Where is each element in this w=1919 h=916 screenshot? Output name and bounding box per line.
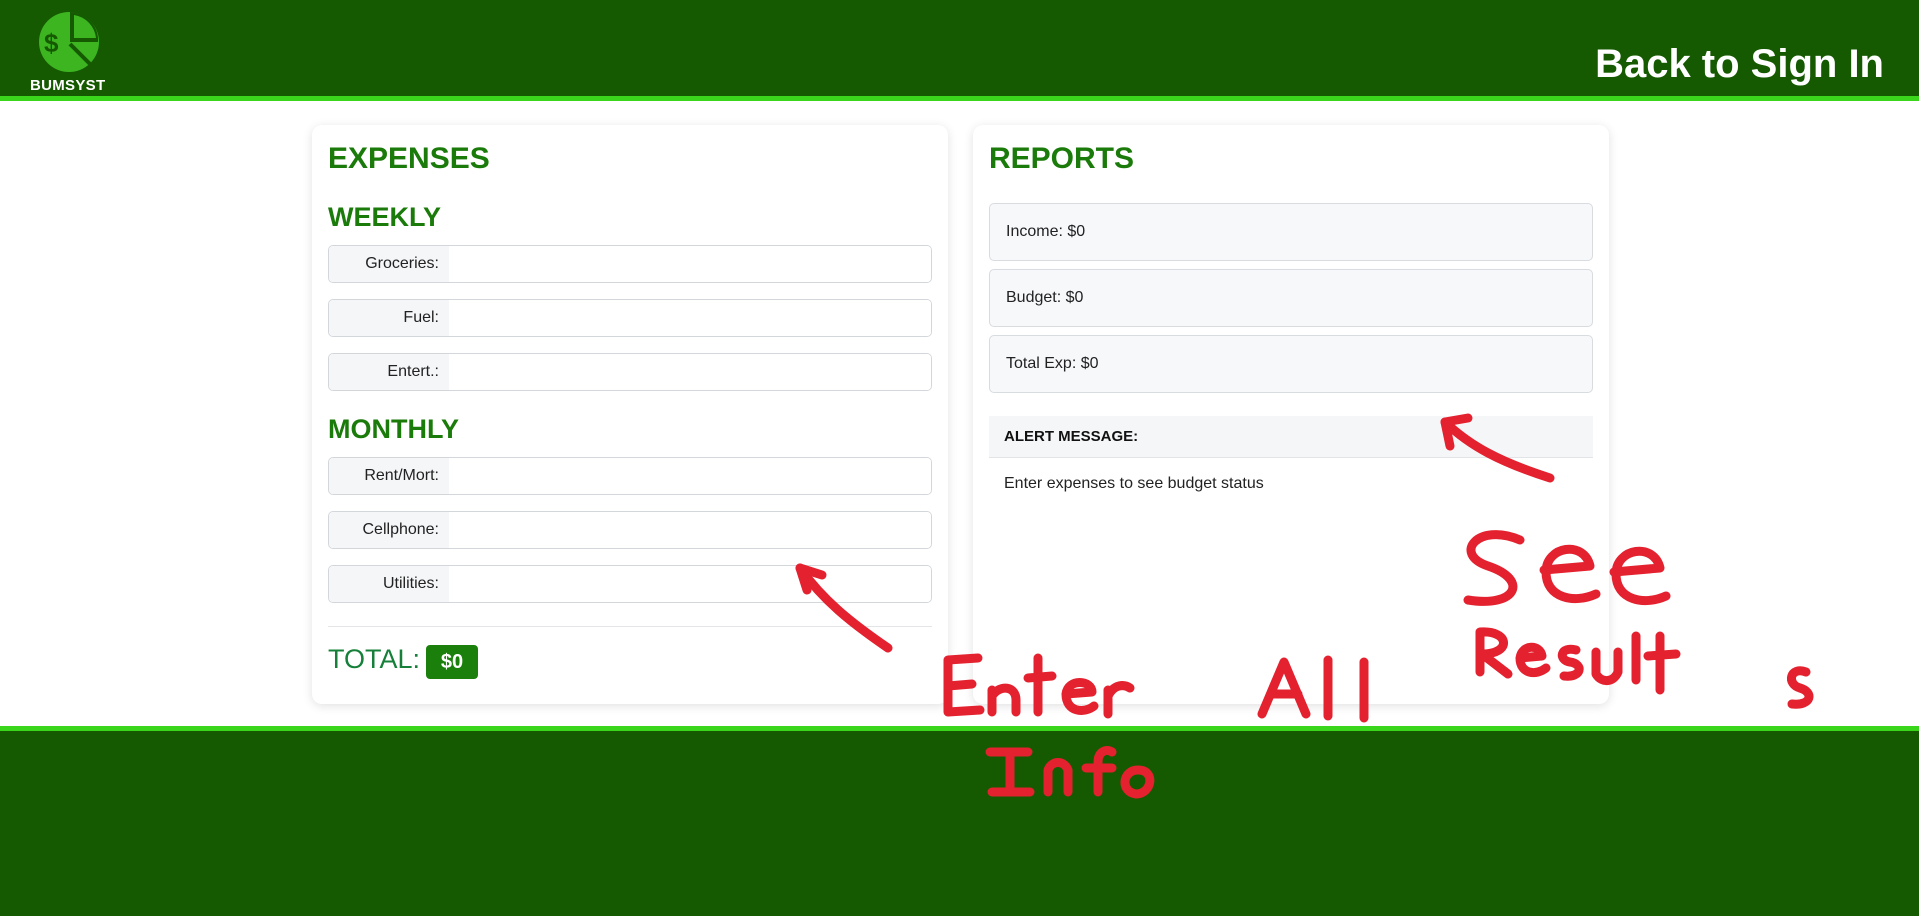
total-value-badge: $0 (426, 645, 478, 679)
cellphone-label: Cellphone: (329, 512, 449, 548)
utilities-field: Utilities: (328, 565, 932, 603)
total-label: TOTAL: (328, 644, 421, 674)
rent-mortgage-input[interactable] (449, 458, 931, 494)
alert-message-text: Enter expenses to see budget status (1004, 475, 1264, 492)
back-to-sign-in-link[interactable]: Back to Sign In (1595, 42, 1884, 87)
reports-title: REPORTS (989, 142, 1135, 175)
fuel-field: Fuel: (328, 299, 932, 337)
fuel-label: Fuel: (329, 300, 449, 336)
monthly-title: MONTHLY (328, 414, 460, 444)
total-expense-report: Total Exp: $0 (989, 335, 1593, 393)
reports-card: REPORTS Income: $0 Budget: $0 Total Exp:… (973, 125, 1609, 704)
expenses-card: EXPENSES WEEKLY Groceries: Fuel: Entert.… (312, 125, 948, 704)
bumsyst-logo[interactable]: $ BUMSYST (28, 10, 112, 95)
weekly-title: WEEKLY (328, 202, 442, 232)
logo-text: BUMSYST (30, 77, 106, 94)
cellphone-input[interactable] (449, 512, 931, 548)
app-header: $ BUMSYST Back to Sign In (0, 0, 1919, 101)
rent-mortgage-field: Rent/Mort: (328, 457, 932, 495)
entertainment-field: Entert.: (328, 353, 932, 391)
utilities-label: Utilities: (329, 566, 449, 602)
income-report: Income: $0 (989, 203, 1593, 261)
groceries-label: Groceries: (329, 246, 449, 282)
entertainment-label: Entert.: (329, 354, 449, 390)
cellphone-field: Cellphone: (328, 511, 932, 549)
fuel-input[interactable] (449, 300, 931, 336)
alert-message-header: ALERT MESSAGE: (989, 416, 1593, 458)
budget-report: Budget: $0 (989, 269, 1593, 327)
entertainment-input[interactable] (449, 354, 931, 390)
groceries-field: Groceries: (328, 245, 932, 283)
groceries-input[interactable] (449, 246, 931, 282)
pie-chart-dollar-icon: $ (39, 11, 99, 72)
svg-text:$: $ (44, 28, 59, 58)
total-divider (328, 626, 932, 627)
rent-mortgage-label: Rent/Mort: (329, 458, 449, 494)
utilities-input[interactable] (449, 566, 931, 602)
app-footer (0, 726, 1919, 916)
expenses-title: EXPENSES (328, 142, 490, 175)
